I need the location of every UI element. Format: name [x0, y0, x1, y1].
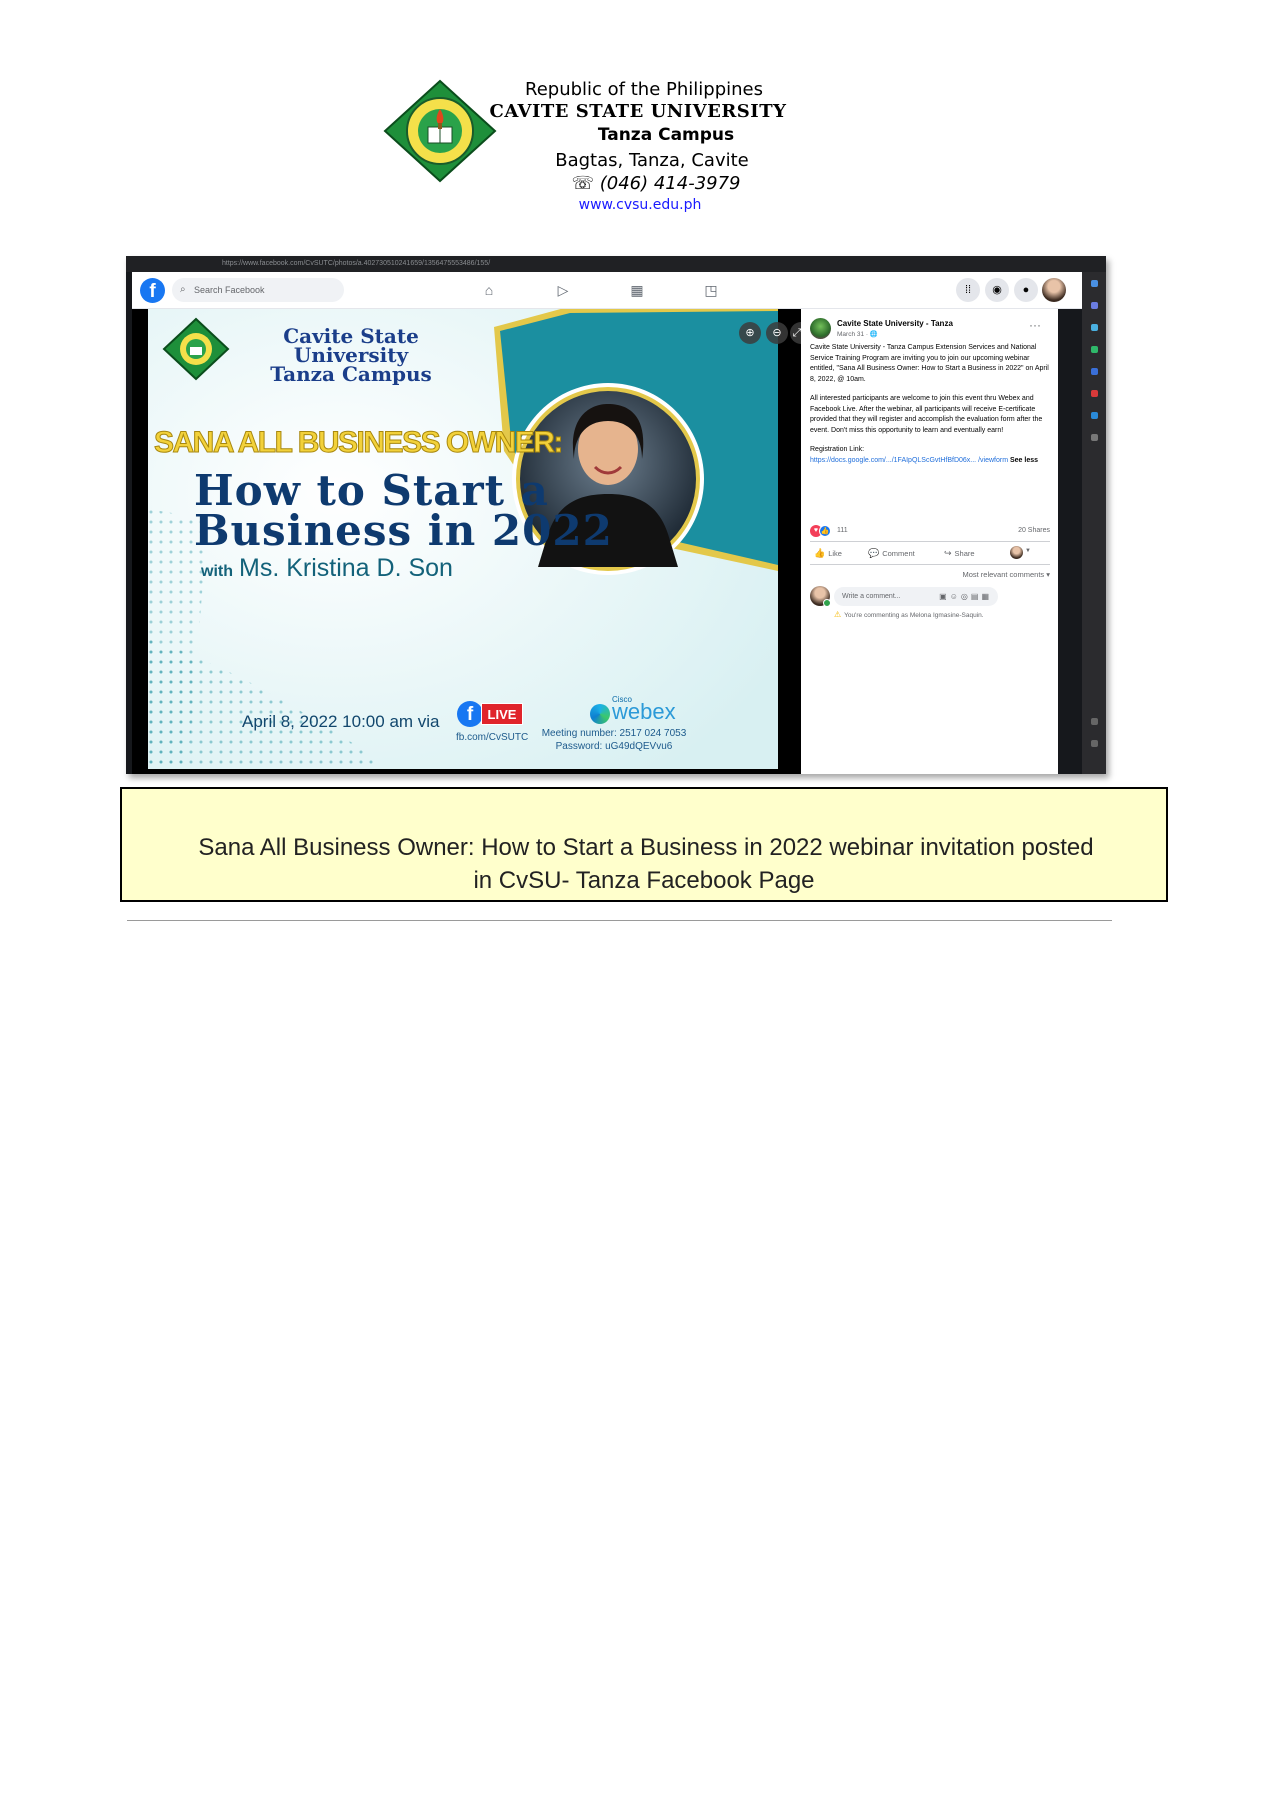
search-icon: ⌕ [180, 284, 186, 295]
facebook-search-input[interactable]: ⌕ Search Facebook [172, 278, 344, 302]
post-body: Cavite State University - Tanza Campus E… [810, 343, 1050, 466]
shares-count[interactable]: 20 Shares [1018, 527, 1050, 534]
live-label: LIVE [481, 703, 523, 725]
browser-url[interactable]: https://www.facebook.com/CvSUTC/photos/a… [222, 260, 490, 267]
share-label: Share [954, 549, 975, 558]
webex-icon [590, 704, 610, 724]
like-reaction-icon[interactable]: 👍 [819, 525, 831, 537]
share-button[interactable]: ↪ Share [944, 548, 975, 559]
poster-speaker-name: Ms. Kristina D. Son [239, 554, 453, 582]
facebook-icon: f [457, 701, 483, 727]
share-icon: ↪ [944, 548, 952, 558]
marketplace-icon[interactable]: ▦ [628, 281, 646, 299]
menu-grid-icon[interactable]: ⁞⁞ [956, 278, 980, 302]
letterhead-university: CAVITE STATE UNIVERSITY [489, 101, 787, 122]
facebook-live-badge: f LIVE [457, 701, 523, 727]
online-status-icon [823, 599, 831, 607]
search-placeholder: Search Facebook [194, 285, 265, 295]
sparkle-icon[interactable] [1091, 302, 1098, 309]
warning-icon: ⚠ [834, 610, 842, 619]
post-as-avatar[interactable] [1010, 546, 1023, 559]
see-less-link[interactable]: See less [1010, 457, 1038, 464]
comment-sort-dropdown[interactable]: Most relevant comments ▾ [901, 570, 1050, 579]
panel-icon[interactable] [1091, 718, 1098, 725]
thumbs-up-icon: 👍 [814, 548, 826, 558]
page-avatar[interactable] [810, 318, 831, 339]
letterhead-website-link[interactable]: www.cvsu.edu.ph [0, 197, 1272, 213]
messenger-icon[interactable]: ◉ [985, 278, 1009, 302]
people-icon[interactable] [1091, 368, 1098, 375]
poster-title: How to Start a Business in 2022 [194, 466, 613, 555]
tag-icon[interactable] [1091, 324, 1098, 331]
reactions-count[interactable]: 111 [837, 527, 848, 534]
poster-university-line1: Cavite State University [283, 324, 419, 367]
post-panel: Cavite State University - Tanza March 31… [801, 309, 1058, 774]
poster-university-line2: Tanza Campus [270, 362, 432, 386]
comment-label: Comment [882, 549, 915, 558]
webinar-poster: Cavite State University Tanza Campus SAN… [148, 309, 778, 769]
gaming-icon[interactable]: ◳ [702, 281, 720, 299]
figure-caption: Sana All Business Owner: How to Start a … [120, 787, 1168, 902]
poster-meeting-info: Meeting number: 2517 024 7053 Password: … [534, 727, 694, 753]
chevron-down-icon[interactable]: ▼ [1025, 548, 1031, 554]
add-icon[interactable] [1091, 434, 1098, 441]
poster-university: Cavite State University Tanza Campus [226, 324, 476, 386]
browser-sidebar [1082, 272, 1106, 774]
browser-address-bar[interactable]: https://www.facebook.com/CvSUTC/photos/a… [126, 256, 1106, 272]
comment-input[interactable]: Write a comment... ▣☺◎▤▦ [834, 587, 998, 606]
facebook-screenshot: https://www.facebook.com/CvSUTC/photos/a… [126, 256, 1106, 774]
meeting-password: Password: uG49dQEVvu6 [555, 741, 673, 752]
caption-line2: in CvSU- Tanza Facebook Page [473, 867, 815, 894]
poster-title-line1: How to Start a [194, 466, 549, 515]
outlook-icon[interactable] [1091, 412, 1098, 419]
webex-logo: Cisco webex [590, 695, 690, 725]
watch-icon[interactable]: ▷ [554, 281, 572, 299]
office-icon[interactable] [1091, 390, 1098, 397]
facebook-top-bar: f ⌕ Search Facebook ⌂ ▷ ▦ ◳ ⁞⁞ ◉ ● [132, 272, 1082, 309]
comment-placeholder: Write a comment... [842, 593, 901, 600]
registration-label: Registration Link: [810, 446, 865, 453]
search-icon[interactable] [1091, 280, 1098, 287]
letterhead-republic: Republic of the Philippines [525, 79, 763, 100]
letterhead-phone: ☏ (046) 414-3979 [571, 173, 741, 194]
facebook-logo-icon[interactable]: f [140, 278, 165, 303]
home-icon[interactable]: ⌂ [480, 281, 498, 299]
notifications-icon[interactable]: ● [1014, 278, 1038, 302]
poster-headline: SANA ALL BUSINESS OWNER: [154, 426, 564, 460]
post-paragraph-2: All interested participants are welcome … [810, 395, 1043, 434]
post-paragraph-1: Cavite State University - Tanza Campus E… [810, 344, 1049, 383]
post-date[interactable]: March 31 · 🌐 [837, 330, 878, 338]
post-actions: 👍 Like 💬 Comment ↪ Share ▼ [810, 541, 1050, 565]
letterhead-campus: Tanza Campus [597, 125, 735, 145]
reactions-bar: ♥ 👍 111 20 Shares [810, 525, 1050, 539]
more-options-icon[interactable]: ··· [1029, 318, 1041, 332]
meeting-number: Meeting number: 2517 024 7053 [541, 728, 687, 739]
zoom-out-icon[interactable]: ⊖ [766, 322, 788, 344]
horizontal-divider [127, 920, 1112, 921]
letterhead-address: Bagtas, Tanza, Cavite [555, 150, 749, 171]
comment-button[interactable]: 💬 Comment [868, 548, 915, 559]
zoom-in-icon[interactable]: ⊕ [739, 322, 761, 344]
page-name[interactable]: Cavite State University - Tanza [837, 319, 953, 328]
like-label: Like [828, 549, 842, 558]
comment-tools-icon[interactable]: ▣☺◎▤▦ [939, 587, 992, 606]
webex-label: webex [612, 699, 676, 724]
registration-link[interactable]: https://docs.google.com/.../1FAIpQLScGvt… [810, 457, 1008, 464]
caption-line1: Sana All Business Owner: How to Start a … [198, 834, 1094, 861]
poster-fb-url: fb.com/CvSUTC [456, 732, 529, 743]
commenting-as-text: You're commenting as Melona Igmasine-Saq… [844, 612, 984, 619]
like-button[interactable]: 👍 Like [814, 548, 842, 559]
commenting-as-notice: ⚠ You're commenting as Melona Igmasine-Sa… [834, 610, 984, 619]
settings-icon[interactable] [1091, 740, 1098, 747]
comment-icon: 💬 [868, 548, 880, 558]
profile-avatar-icon[interactable] [1042, 278, 1066, 302]
poster-speaker: with Ms. Kristina D. Son [201, 554, 453, 583]
poster-title-line2: Business in 2022 [194, 506, 613, 555]
poster-with: with [201, 563, 233, 580]
toolbox-icon[interactable] [1091, 346, 1098, 353]
commenter-avatar [810, 586, 831, 607]
poster-date: April 8, 2022 10:00 am via [242, 712, 440, 731]
